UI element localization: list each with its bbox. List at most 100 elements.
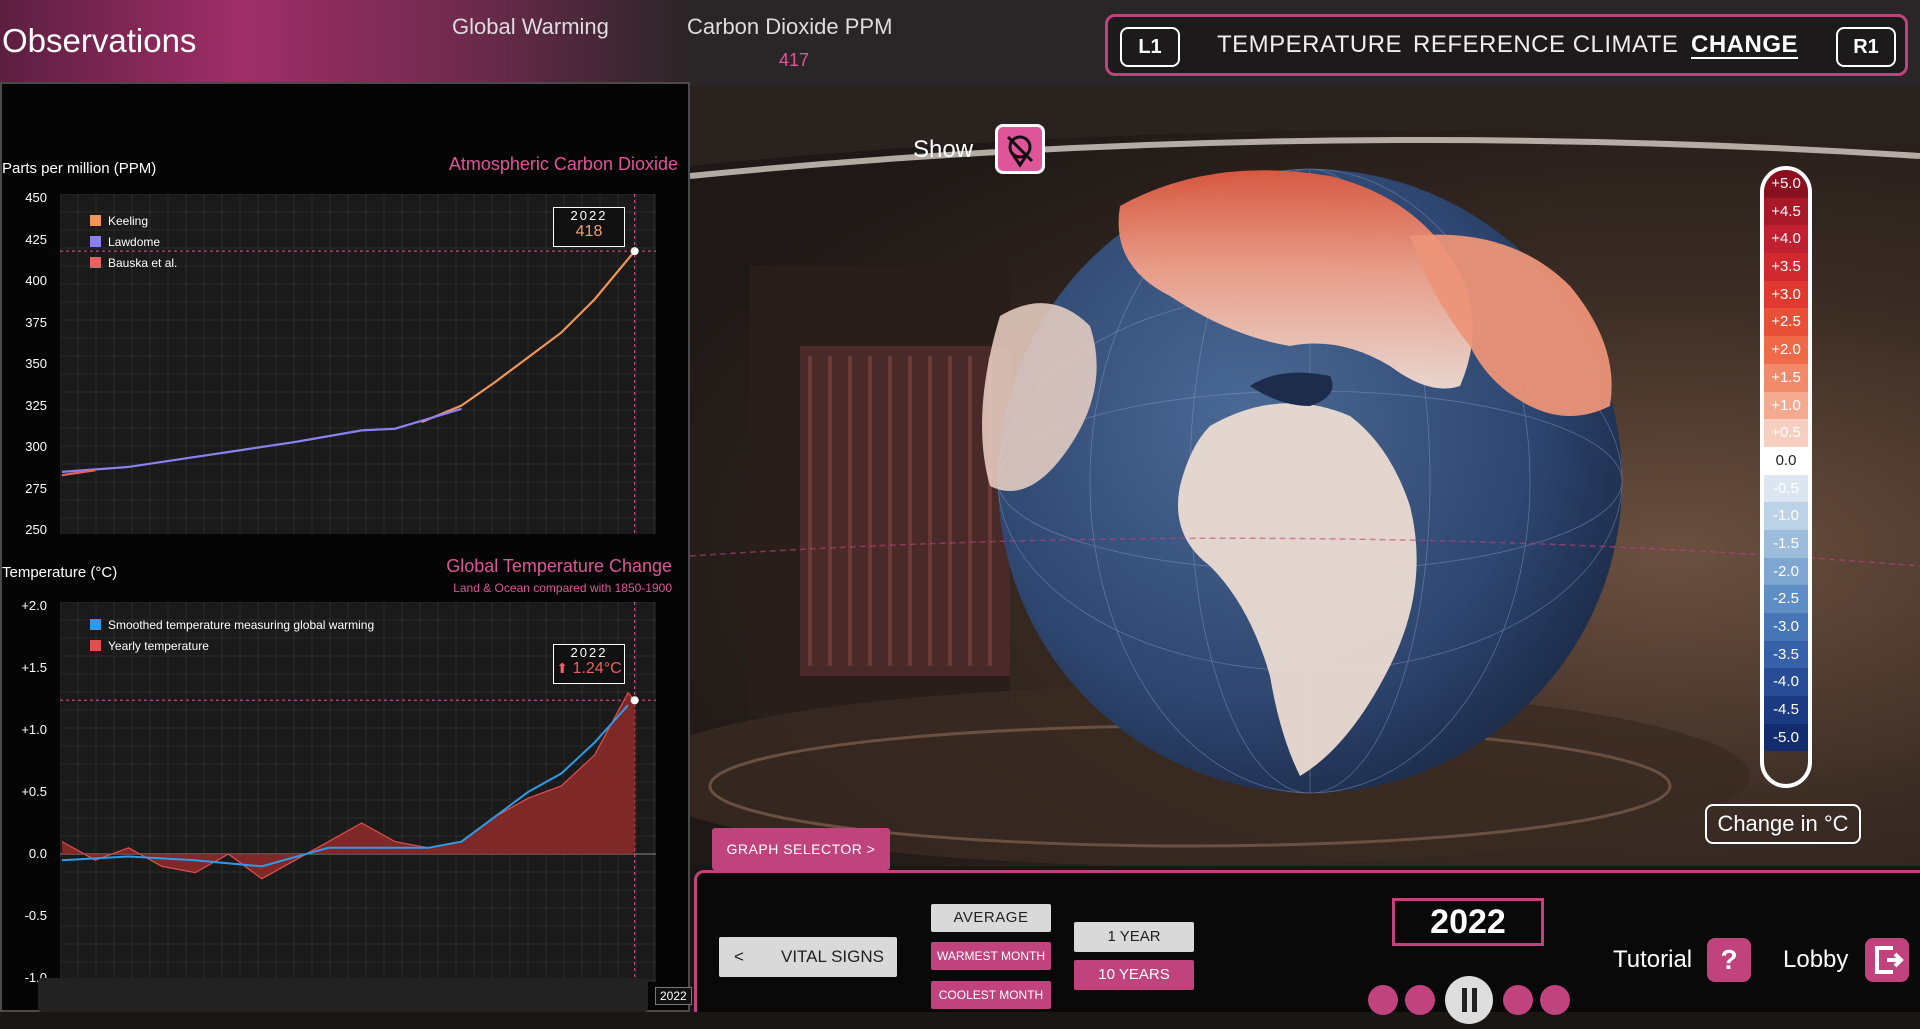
scene-graphic [690,86,1920,866]
coolest-month-button[interactable]: COOLEST MONTH [931,981,1051,1009]
y-tick-label: 400 [25,273,47,288]
scale-step: +2.0 [1764,336,1808,364]
tutorial-label: Tutorial [1613,946,1693,973]
graph-panel: Parts per million (PPM) Atmospheric Carb… [0,82,690,1012]
page-title: Observations [2,22,197,59]
y-tick-label: 450 [25,190,47,205]
average-button[interactable]: AVERAGE [931,904,1051,932]
legend-bauska-label: Bauska et al. [108,256,178,270]
scale-step: +0.5 [1764,419,1808,447]
co2-ylabel: Parts per million (PPM) [2,160,157,177]
y-tick-label: 300 [25,439,47,454]
show-label: Show [913,136,974,163]
y-tick-label: 275 [25,480,47,496]
bauska-swatch [90,257,101,268]
co2-ppm-label[interactable]: Carbon Dioxide PPM [687,14,892,40]
y-tick-label: 250 [25,522,47,537]
latest-point [630,696,639,705]
tab-reference-climate[interactable]: REFERENCE CLIMATE [1413,31,1678,59]
show-location-toggle[interactable] [995,124,1045,174]
timeline-scrubber[interactable] [38,978,648,1012]
scale-step: -2.5 [1764,585,1808,613]
tab-temperature[interactable]: TEMPERATURE [1217,31,1402,59]
scale-step: -5.0 [1764,723,1808,752]
temp-callout-value: ⬆ 1.24°C [554,660,624,678]
y-tick-label: 375 [25,314,47,330]
temp-chart-subtitle: Land & Ocean compared with 1850-1900 [453,581,672,595]
scale-step: +1.0 [1764,391,1808,420]
warmest-month-button[interactable]: WARMEST MONTH [931,942,1051,970]
color-scale-label: Change in °C [1705,804,1861,844]
timeline-year: 2022 [655,987,692,1005]
keeling-swatch [90,215,101,226]
scale-step: +2.5 [1764,308,1808,337]
lobby-button[interactable] [1865,938,1909,982]
scale-step: -2.0 [1764,557,1808,586]
pause-icon [1462,988,1477,1012]
mode-selector: L1 TEMPERATURE REFERENCE CLIMATE CHANGE … [1105,14,1908,76]
scale-step: -3.5 [1764,640,1808,669]
co2-callout-value: 418 [575,223,603,240]
skip-start-button[interactable] [1368,985,1398,1015]
global-warming-label[interactable]: Global Warming [452,14,609,40]
l1-button[interactable]: L1 [1120,27,1180,67]
co2-ppm-value: 417 [779,50,810,70]
pause-button[interactable] [1445,976,1493,1024]
graph-selector-button[interactable]: GRAPH SELECTOR > [712,828,890,870]
one-year-button[interactable]: 1 YEAR [1074,922,1194,952]
scale-step: -1.0 [1764,502,1808,530]
scale-step: -3.0 [1764,613,1808,641]
exit-icon [1875,946,1904,974]
y-tick-label: +1.0 [21,722,47,737]
rewind-button[interactable] [1405,985,1435,1015]
y-tick-label: +2.0 [21,598,47,613]
up-arrow-icon: ⬆ [556,660,569,676]
location-off-icon [1006,135,1034,168]
legend-yearly-label: Yearly temperature [108,639,209,653]
y-tick-label: +0.5 [21,784,47,799]
y-tick-label: 425 [25,231,47,247]
temp-callout-year: 2022 [570,645,608,660]
vital-signs-label: VITAL SIGNS [781,947,884,966]
scale-step: +3.0 [1764,280,1808,309]
legend-smoothed-label: Smoothed temperature measuring global wa… [108,618,375,632]
y-tick-label: -0.5 [24,908,47,923]
scale-step: -4.5 [1764,696,1808,724]
chevron-left-icon: < [734,947,744,966]
scale-step: +1.5 [1764,363,1808,392]
tutorial-button[interactable]: ? [1707,938,1751,982]
scale-step: +4.0 [1764,225,1808,254]
y-tick-label: 350 [25,356,47,371]
lobby-label: Lobby [1783,946,1849,973]
ten-years-button[interactable]: 10 YEARS [1074,960,1194,990]
temp-callout-value-text: 1.24°C [572,660,622,677]
observations-header: Observations [0,0,690,86]
skip-end-button[interactable] [1540,985,1570,1015]
legend-keeling-label: Keeling [108,214,149,228]
color-scale: +5.0 +4.5 +4.0 +3.5 +3.0 +2.5 +2.0 +1.5 +1.0 +0.5… [1760,166,1812,788]
legend-lawdome-label: Lawdome [108,235,161,249]
co2-callout-year: 2022 [570,208,608,223]
vital-signs-button[interactable]: < VITAL SIGNS [719,937,897,977]
scale-step: +5.0 [1764,170,1808,198]
legend-bauska: Bauska et al. [90,256,177,270]
y-tick-label: +1.5 [21,660,47,675]
yearly-swatch [90,640,101,651]
scale-step: -0.5 [1764,474,1808,503]
y-tick-label: 0.0 [28,846,47,861]
latest-point [630,247,639,256]
co2-chart-title: Atmospheric Carbon Dioxide [448,154,678,174]
scale-step: -4.0 [1764,668,1808,697]
temp-ylabel: Temperature (°C) [2,564,118,581]
scale-step: 0.0 [1764,446,1808,475]
scale-step: +4.5 [1764,197,1808,226]
co2-callout: 2022 418 [553,207,625,247]
fast-forward-button[interactable] [1503,985,1533,1015]
lawdome-swatch [90,236,101,247]
tab-change[interactable]: CHANGE [1691,31,1798,59]
temp-callout: 2022 ⬆ 1.24°C [553,644,625,684]
r1-button[interactable]: R1 [1836,27,1896,67]
legend-yearly: Yearly temperature [90,639,209,653]
temp-chart-title: Global Temperature Change [446,556,672,576]
legend-keeling: Keeling [90,214,148,228]
